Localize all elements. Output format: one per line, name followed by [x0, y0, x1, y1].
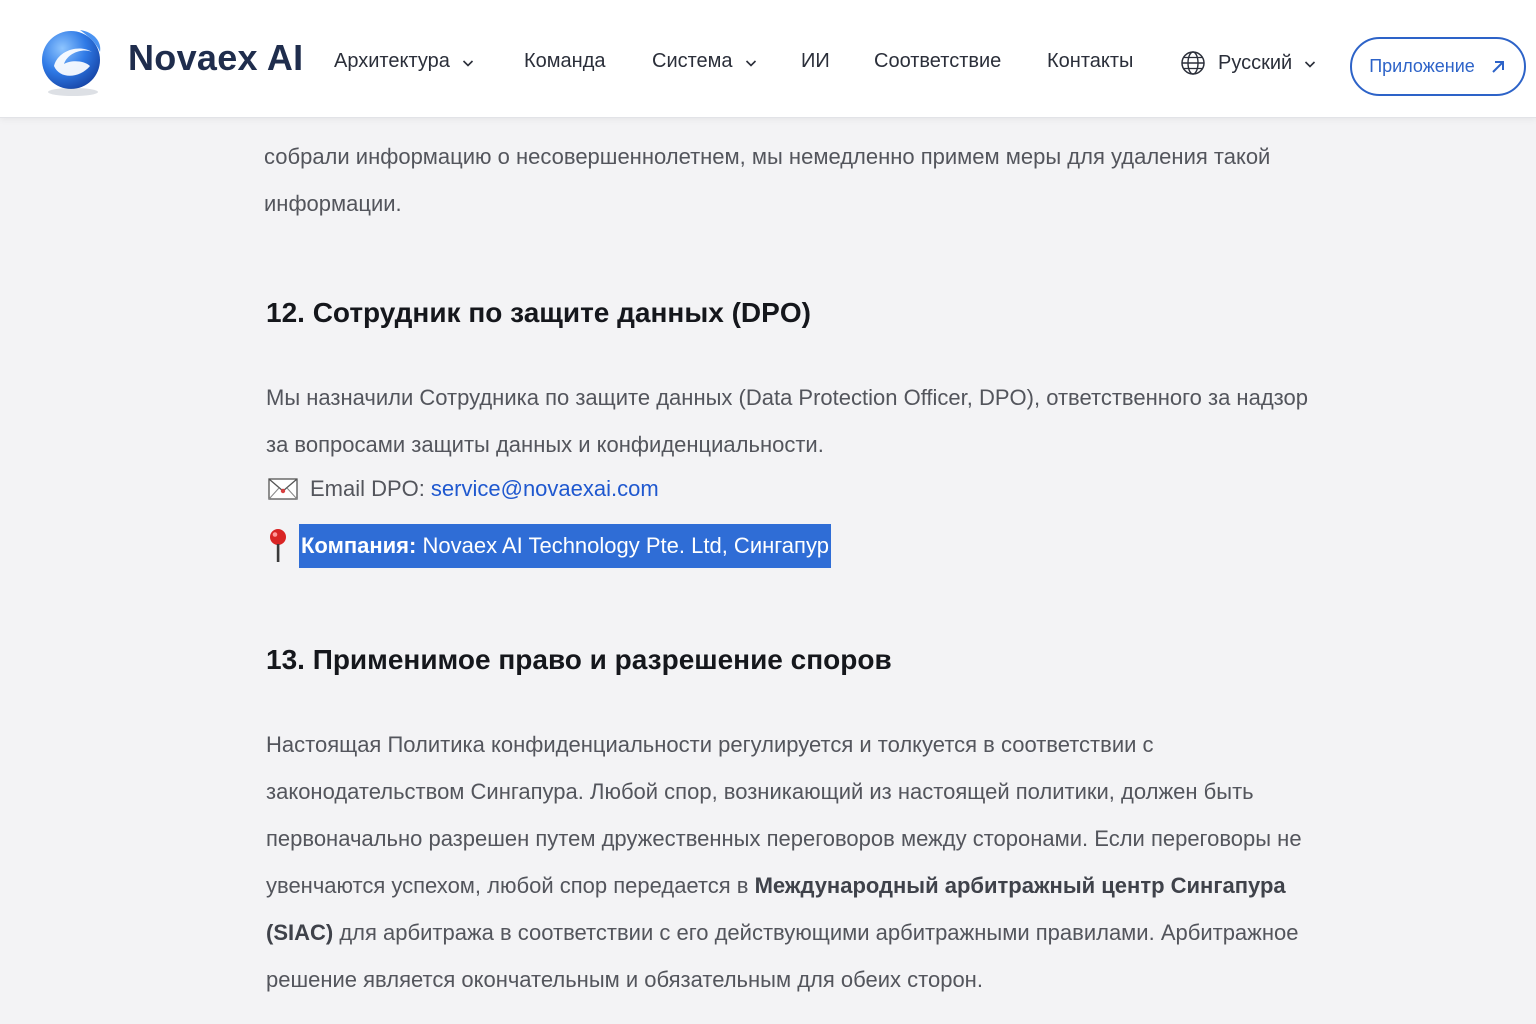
section-12-paragraph: Мы назначили Сотрудника по защите данных… [266, 385, 1308, 457]
section-13-title: 13. Применимое право и разрешение споров [266, 644, 892, 675]
intro-paragraph: собрали информацию о несовершеннолетнем,… [264, 144, 1271, 216]
nav-system[interactable]: Система [652, 50, 757, 73]
dpo-email-row: Email DPO: service@novaexai.com [268, 476, 659, 502]
language-label: Русский [1218, 51, 1293, 74]
app-button[interactable]: Приложение [1350, 37, 1526, 96]
globe-icon [1181, 51, 1205, 75]
section-13-paragraph: Настоящая Политика конфиденциальности ре… [266, 732, 1302, 992]
siac-name: Международный арбитражный центр Сингапур… [754, 873, 1286, 898]
nav-contacts[interactable]: Контакты [1047, 50, 1133, 73]
pin-icon [270, 529, 286, 562]
brand-name: Novaex AI [128, 37, 304, 78]
nav-architecture[interactable]: Архитектура [334, 50, 474, 73]
company-row: Компания: Novaex AI Technology Pte. Ltd,… [266, 524, 831, 568]
section-12-title: 12. Сотрудник по защите данных (DPO) [266, 297, 811, 328]
chevron-down-icon [1305, 61, 1316, 68]
nav-ai[interactable]: ИИ [801, 50, 830, 73]
arrow-up-right-icon [1492, 60, 1504, 73]
language-selector[interactable]: Русский [1180, 50, 1316, 76]
site-header: Novaex AI Архитектура Команда Система ИИ… [0, 0, 1536, 118]
email-label: Email DPO: [310, 476, 425, 501]
nav-team[interactable]: Команда [524, 50, 605, 73]
siac-abbr: (SIAC) [266, 920, 334, 945]
dpo-email-link[interactable]: service@novaexai.com [431, 476, 659, 502]
logo-icon [40, 26, 104, 96]
brand-logo[interactable]: Novaex AI [40, 26, 304, 96]
chevron-down-icon [745, 59, 756, 67]
envelope-icon [268, 478, 298, 500]
nav-compliance[interactable]: Соответствие [874, 50, 1001, 73]
selected-company-text[interactable]: Компания: Novaex AI Technology Pte. Ltd,… [299, 524, 831, 568]
chevron-down-icon [462, 59, 473, 67]
